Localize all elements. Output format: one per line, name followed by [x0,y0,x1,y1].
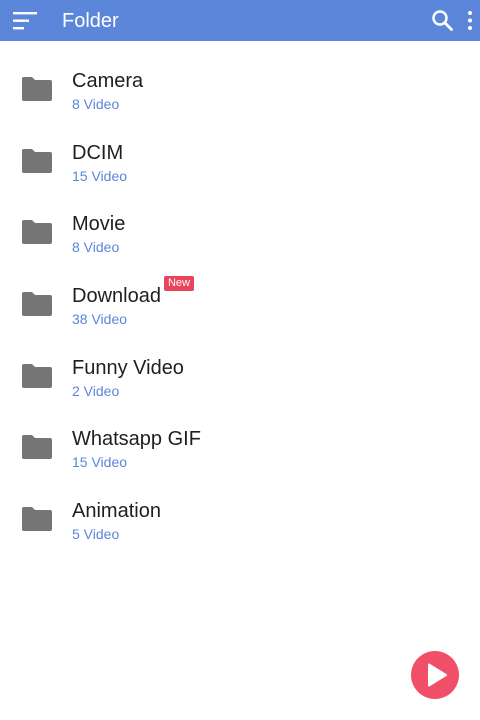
folder-video-count: 2 Video [72,382,120,399]
folder-name: Movie [72,212,125,236]
folder-icon [22,435,52,460]
folder-item-dcim[interactable]: DCIM 15 Video [0,135,480,207]
folder-item-camera[interactable]: Camera 8 Video [0,63,480,135]
folder-name-text: Movie [72,213,126,236]
folder-name: Camera [72,69,143,93]
folder-item-movie[interactable]: Movie 8 Video [0,206,480,278]
search-icon [432,10,453,31]
play-icon [428,663,447,687]
folder-name: DCIM [72,141,123,165]
folder-video-count: 38 Video [72,311,128,328]
folder-icon [22,220,52,245]
folder-name-text: Whatsapp GIF [72,428,201,451]
app-screen: Folder Camera 8 Video DCIM 15 Video Movie 8 V… [0,0,480,720]
folder-name-text: Animation [72,500,161,523]
folder-icon [22,507,52,532]
menu-icon [13,12,37,30]
folder-list: Camera 8 Video DCIM 15 Video Movie 8 Video Dow… [0,63,480,565]
folder-item-funny-video[interactable]: Funny Video 2 Video [0,350,480,422]
menu-button[interactable] [11,8,43,34]
folder-icon [22,148,52,173]
folder-icon [22,363,52,388]
folder-video-count: 8 Video [72,239,120,256]
more-vert-icon [468,11,472,30]
folder-name-text: DCIM [72,141,124,164]
page-title: Folder [62,10,119,32]
folder-name: Funny Video [72,356,184,380]
folder-video-count: 5 Video [72,526,120,543]
folder-video-count: 15 Video [72,454,128,471]
folder-item-whatsapp-gif[interactable]: Whatsapp GIF 15 Video [0,421,480,493]
folder-item-download[interactable]: DownloadNew 38 Video [0,276,480,350]
folder-video-count: 8 Video [72,96,120,112]
folder-icon [22,77,52,101]
folder-name-text: Funny Video [72,356,184,379]
new-badge: New [163,276,194,292]
folder-item-animation[interactable]: Animation 5 Video [0,493,480,565]
play-button[interactable] [411,651,459,699]
more-options-button[interactable] [461,8,479,34]
folder-video-count: 15 Video [72,167,128,184]
folder-icon [22,292,52,317]
folder-name-text: Download [72,285,161,308]
folder-name: DownloadNew [72,276,194,308]
folder-name: Animation [72,499,161,523]
app-bar: Folder [0,0,480,41]
folder-name-text: Camera [72,70,144,92]
folder-name: Whatsapp GIF [72,427,201,451]
search-button[interactable] [430,8,456,34]
